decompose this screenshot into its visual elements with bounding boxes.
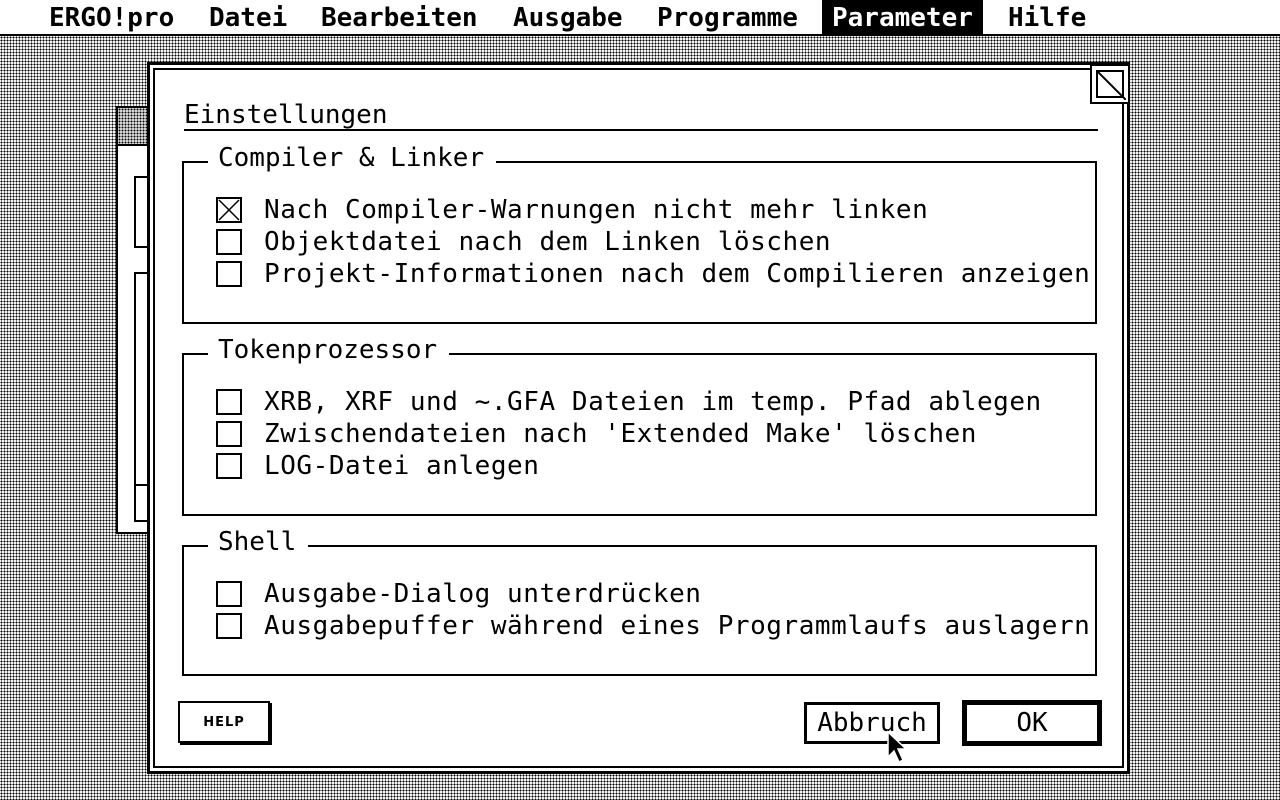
option-label: Ausgabe-Dialog unterdrücken xyxy=(264,579,702,609)
ok-button[interactable]: OK xyxy=(962,700,1102,746)
option-label: Nach Compiler-Warnungen nicht mehr linke… xyxy=(264,195,929,225)
checkbox[interactable] xyxy=(216,581,242,607)
menu-item-hilfe[interactable]: Hilfe xyxy=(998,0,1096,36)
close-box-icon xyxy=(1096,70,1126,100)
menu-item-ergopro[interactable]: ERGO!pro xyxy=(39,0,184,36)
x-mark-icon xyxy=(218,199,240,221)
mouse-pointer-icon xyxy=(887,730,908,764)
group-label: Shell xyxy=(208,525,309,559)
checkbox[interactable] xyxy=(216,261,242,287)
option-delete-intermediate-files[interactable]: Zwischendateien nach 'Extended Make' lös… xyxy=(216,419,977,449)
menu-item-programme[interactable]: Programme xyxy=(647,0,808,36)
checkbox[interactable] xyxy=(216,229,242,255)
checkbox[interactable] xyxy=(216,421,242,447)
option-create-log-file[interactable]: LOG-Datei anlegen xyxy=(216,451,539,481)
menu-item-parameter[interactable]: Parameter xyxy=(822,0,983,36)
group-label: Tokenprozessor xyxy=(208,333,450,367)
option-label: LOG-Datei anlegen xyxy=(264,451,540,481)
option-suppress-output-dialog[interactable]: Ausgabe-Dialog unterdrücken xyxy=(216,579,702,609)
menu-item-datei[interactable]: Datei xyxy=(199,0,297,36)
option-show-project-info[interactable]: Projekt-Informationen nach dem Compilier… xyxy=(216,259,1090,289)
checkbox[interactable] xyxy=(216,613,242,639)
option-label: Zwischendateien nach 'Extended Make' lös… xyxy=(264,419,977,449)
checkbox[interactable] xyxy=(216,197,242,223)
menu-item-ausgabe[interactable]: Ausgabe xyxy=(503,0,633,36)
menu-bar: ERGO!pro Datei Bearbeiten Ausgabe Progra… xyxy=(0,0,1280,36)
option-label: Ausgabepuffer während eines Programmlauf… xyxy=(264,611,1091,641)
option-no-link-on-warnings[interactable]: Nach Compiler-Warnungen nicht mehr linke… xyxy=(216,195,928,225)
dialog-title: Einstellungen xyxy=(184,100,388,130)
option-label: Objektdatei nach dem Linken löschen xyxy=(264,227,832,257)
close-box[interactable] xyxy=(1090,64,1130,104)
option-delete-object-file[interactable]: Objektdatei nach dem Linken löschen xyxy=(216,227,831,257)
help-button[interactable]: HELP xyxy=(178,701,270,743)
checkbox[interactable] xyxy=(216,453,242,479)
option-swap-output-buffer[interactable]: Ausgabepuffer während eines Programmlauf… xyxy=(216,611,1090,641)
checkbox[interactable] xyxy=(216,389,242,415)
option-label: Projekt-Informationen nach dem Compilier… xyxy=(264,259,1091,289)
group-label: Compiler & Linker xyxy=(208,141,497,175)
option-temp-path-files[interactable]: XRB, XRF und ~.GFA Dateien im temp. Pfad… xyxy=(216,387,1042,417)
option-label: XRB, XRF und ~.GFA Dateien im temp. Pfad… xyxy=(264,387,1042,417)
menu-item-bearbeiten[interactable]: Bearbeiten xyxy=(311,0,488,36)
cancel-button[interactable]: Abbruch xyxy=(804,702,940,744)
title-divider xyxy=(184,129,1098,131)
